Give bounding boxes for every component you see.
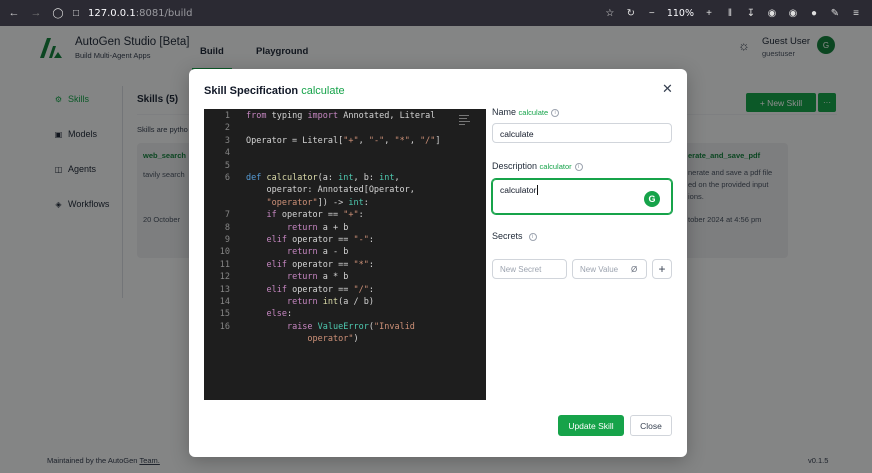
- code-text: return a * b: [286, 272, 349, 283]
- line-number: 6: [224, 173, 230, 183]
- library-icon[interactable]: ‖: [724, 7, 736, 19]
- download-icon[interactable]: ↧: [745, 7, 757, 19]
- line-number: 7: [224, 210, 230, 221]
- page-icon: □: [72, 7, 80, 19]
- shield-icon[interactable]: ◯: [52, 7, 64, 19]
- menu-icon[interactable]: ≡: [850, 7, 862, 19]
- modal-title: Skill Specification calculate: [204, 85, 345, 97]
- code-line: 13 elif operator == "/":: [204, 285, 486, 297]
- code-line: 4: [204, 148, 486, 160]
- code-text: return a + b: [286, 222, 349, 233]
- code-line: 16 raise ValueError("Invalid: [204, 322, 486, 334]
- close-icon[interactable]: ✕: [662, 81, 673, 97]
- forward-icon[interactable]: →: [28, 5, 44, 21]
- code-line: 2: [204, 123, 486, 135]
- description-label: Description calculator i: [492, 161, 583, 171]
- grammarly-icon[interactable]: G: [644, 191, 660, 207]
- line-number: 10: [219, 247, 230, 258]
- extension-badge-icon[interactable]: ●: [808, 7, 820, 19]
- code-text: else:: [266, 309, 293, 320]
- account-icon[interactable]: ◉: [766, 7, 778, 19]
- line-number: 12: [219, 272, 230, 283]
- secrets-label: Secrets i: [492, 231, 537, 241]
- url-text: 127.0.0.1:8081/build: [88, 7, 193, 19]
- back-icon[interactable]: ←: [6, 5, 22, 21]
- code-text: elif operator == "/":: [266, 284, 374, 295]
- line-number: 16: [219, 321, 230, 332]
- line-number: 4: [224, 148, 230, 159]
- line-number: 9: [224, 235, 230, 245]
- skill-specification-modal: Skill Specification calculate ✕ 1 from ty…: [189, 69, 687, 457]
- code-text: "operator"]) -> int:: [266, 197, 369, 208]
- extensions-icon[interactable]: ✎: [829, 7, 841, 19]
- line-number: 3: [224, 135, 230, 146]
- code-line: 15 else:: [204, 309, 486, 321]
- address-bar[interactable]: ◯ □ 127.0.0.1:8081/build ☆ ↻ − 110% + ‖ …: [48, 3, 868, 23]
- code-line: "operator"]) -> int:: [204, 198, 486, 210]
- line-number: 14: [219, 297, 230, 307]
- skill-name-input[interactable]: calculate: [492, 123, 672, 143]
- code-line: operator"): [204, 334, 486, 346]
- code-text: if operator == "+":: [266, 210, 364, 221]
- close-button[interactable]: Close: [630, 415, 672, 436]
- zoom-level[interactable]: 110%: [667, 8, 694, 19]
- code-line: 1 from typing import Annotated, Literal: [204, 111, 486, 123]
- code-text: Operator = Literal["+", "-", "*", "/"]: [246, 135, 441, 146]
- line-number: 11: [219, 259, 230, 270]
- code-line: operator: Annotated[Operator,: [204, 185, 486, 197]
- zoom-out-icon[interactable]: −: [646, 7, 658, 19]
- info-icon[interactable]: i: [574, 162, 583, 171]
- code-line: 10 return a - b: [204, 247, 486, 259]
- eye-slash-icon[interactable]: Ø: [631, 265, 637, 274]
- line-number: 13: [219, 284, 230, 295]
- code-line: 5: [204, 161, 486, 173]
- code-text: return a - b: [286, 247, 349, 258]
- code-line: 14 return int(a / b): [204, 297, 486, 309]
- line-number: 1: [224, 111, 230, 121]
- code-line: 11 elif operator == "*":: [204, 260, 486, 272]
- code-line: 7 if operator == "+":: [204, 210, 486, 222]
- code-editor[interactable]: 1 from typing import Annotated, Literal 2 3…: [204, 109, 486, 400]
- code-line: 12 return a * b: [204, 272, 486, 284]
- code-text: operator: Annotated[Operator,: [246, 185, 415, 196]
- pocket-icon[interactable]: ◉: [787, 7, 799, 19]
- code-line: 6 def calculator(a: int, b: int,: [204, 173, 486, 185]
- name-label: Name calculate i: [492, 107, 560, 117]
- add-secret-button[interactable]: +: [652, 259, 672, 279]
- code-text: elif operator == "*":: [266, 259, 374, 270]
- code-text: def calculator(a: int, b: int,: [246, 173, 400, 183]
- reload-icon[interactable]: ↻: [625, 7, 637, 19]
- code-text: elif operator == "-":: [266, 235, 374, 245]
- star-icon[interactable]: ☆: [604, 7, 616, 19]
- code-line: 9 elif operator == "-":: [204, 235, 486, 247]
- code-text: return int(a / b): [286, 297, 374, 307]
- code-text: operator"): [307, 334, 359, 345]
- code-text: from typing import Annotated, Literal: [246, 111, 436, 121]
- code-line: 3 Operator = Literal["+", "-", "*", "/"]: [204, 136, 486, 148]
- secret-name-input[interactable]: New Secret: [492, 259, 567, 279]
- code-line: 8 return a + b: [204, 223, 486, 235]
- code-text: raise ValueError("Invalid: [286, 321, 415, 332]
- info-icon[interactable]: i: [551, 108, 560, 117]
- update-skill-button[interactable]: Update Skill: [558, 415, 624, 436]
- browser-toolbar: ← → ◯ □ 127.0.0.1:8081/build ☆ ↻ − 110% …: [0, 0, 872, 26]
- line-number: 2: [224, 123, 230, 134]
- line-number: 5: [224, 160, 230, 171]
- line-number: 15: [219, 309, 230, 320]
- line-number: 8: [224, 222, 230, 233]
- zoom-in-icon[interactable]: +: [703, 7, 715, 19]
- info-icon[interactable]: i: [528, 232, 537, 241]
